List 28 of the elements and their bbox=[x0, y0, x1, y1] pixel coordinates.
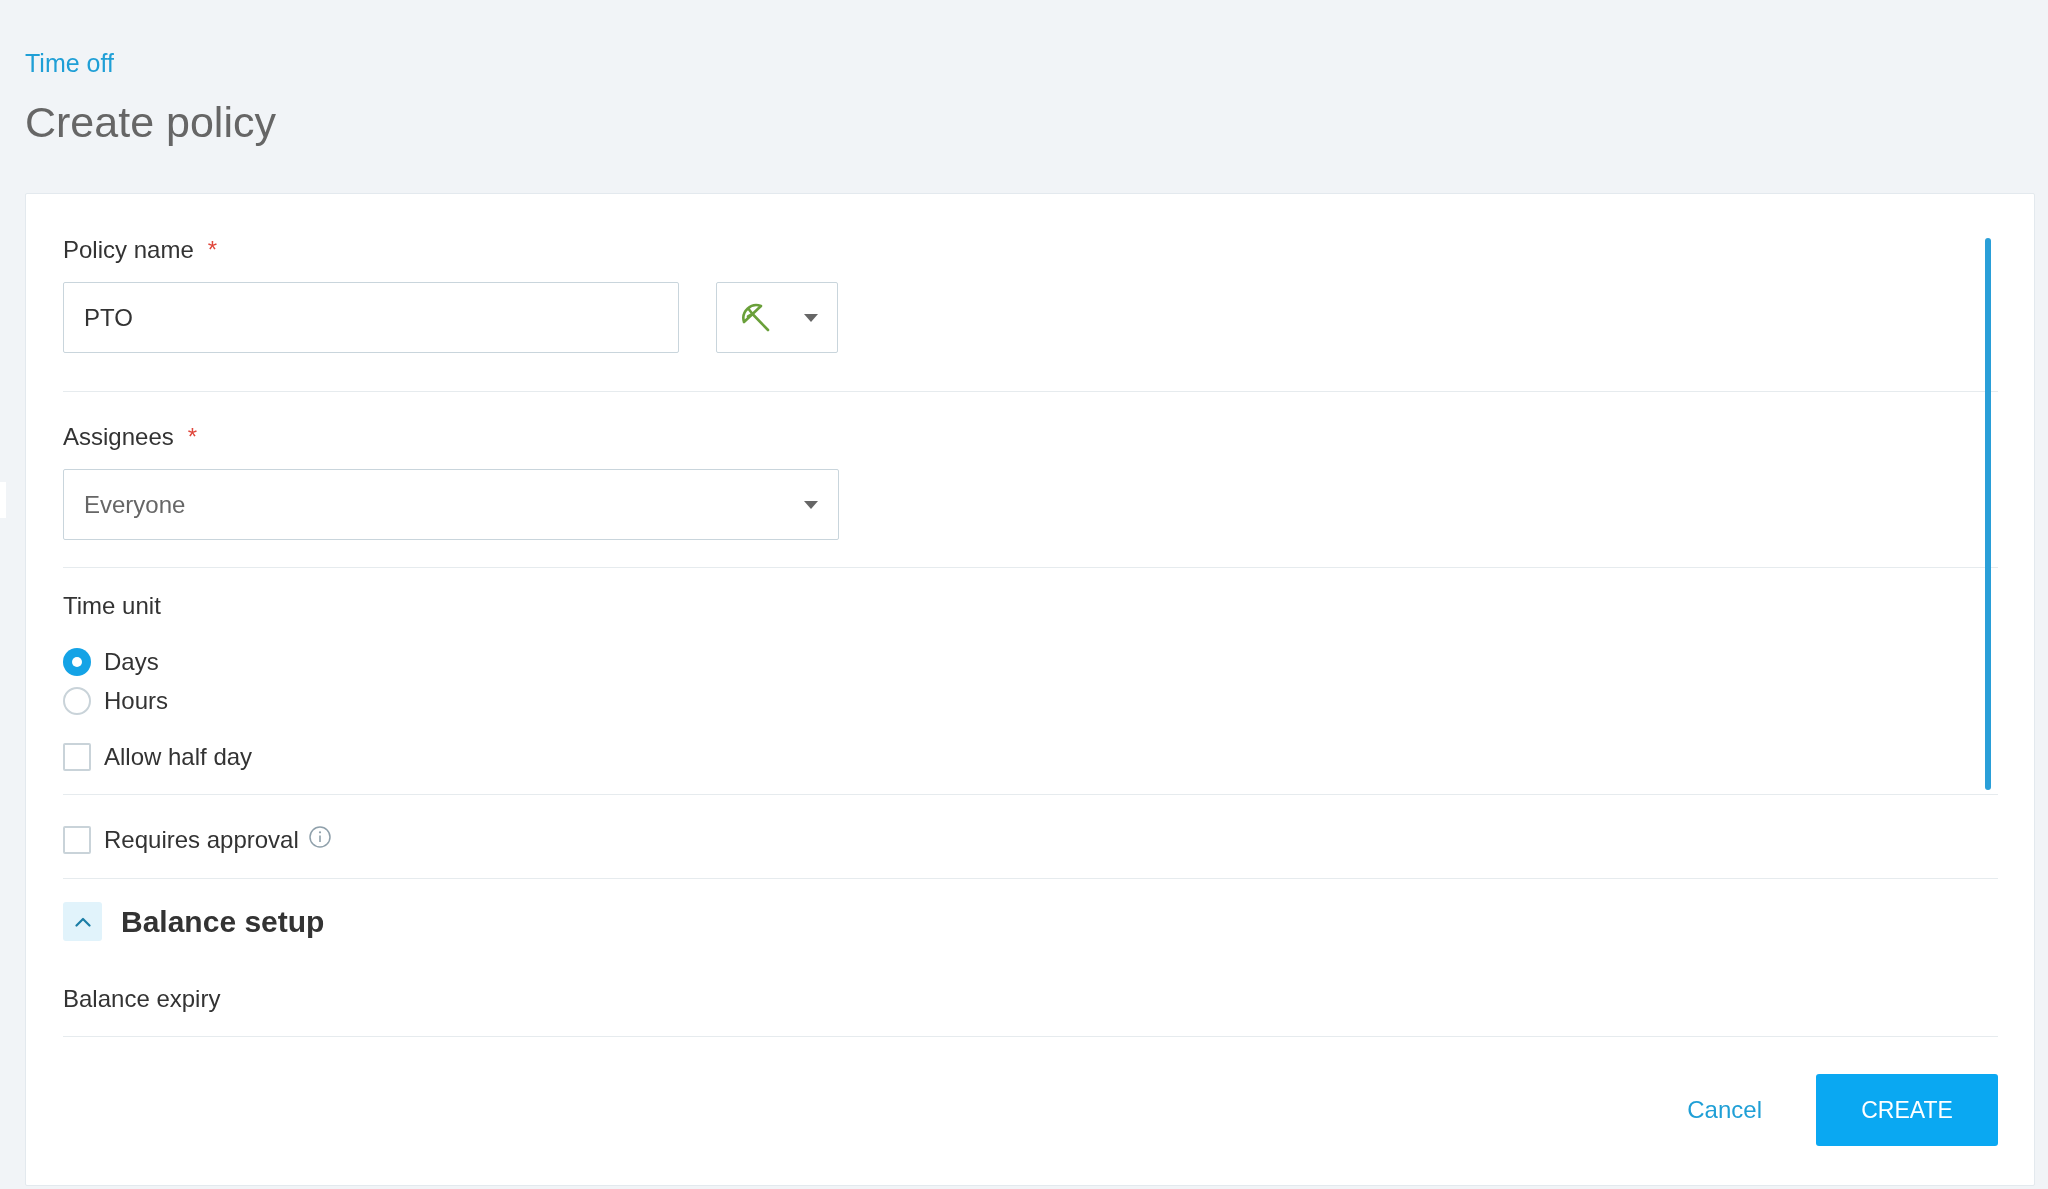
checkbox-label: Allow half day bbox=[104, 743, 253, 771]
breadcrumb-link[interactable]: Time off bbox=[25, 49, 114, 77]
required-mark: * bbox=[187, 423, 198, 451]
required-mark: * bbox=[207, 236, 218, 264]
checkbox[interactable] bbox=[63, 826, 91, 854]
field-label: Balance expiry bbox=[63, 985, 221, 1013]
caret-icon bbox=[804, 500, 818, 509]
info-icon[interactable] bbox=[308, 826, 331, 848]
field-label: Policy name bbox=[63, 236, 194, 264]
assignees-dropdown[interactable]: Everyone bbox=[63, 469, 839, 540]
checkbox[interactable] bbox=[63, 743, 91, 771]
page-title: Create policy bbox=[25, 97, 276, 147]
section-title: Balance setup bbox=[121, 903, 325, 940]
radio-button[interactable] bbox=[63, 687, 91, 715]
field-label: Time unit bbox=[63, 592, 161, 620]
field-label: Assignees bbox=[63, 423, 174, 451]
create-button[interactable]: CREATE bbox=[1816, 1074, 1998, 1146]
section-toggle[interactable] bbox=[63, 902, 102, 941]
caret-icon bbox=[804, 313, 818, 322]
text-input[interactable]: PTO bbox=[63, 282, 679, 353]
radio-label: Hours bbox=[104, 687, 169, 715]
radio-button[interactable] bbox=[63, 648, 91, 676]
checkbox-label: Requires approval bbox=[104, 826, 299, 854]
cancel-button[interactable]: Cancel bbox=[1671, 1090, 1778, 1130]
radio-label: Days bbox=[104, 648, 159, 676]
icon-picker[interactable] bbox=[716, 282, 838, 353]
umbrella-icon bbox=[741, 302, 771, 333]
scrollbar-thumb[interactable] bbox=[1985, 238, 1991, 790]
